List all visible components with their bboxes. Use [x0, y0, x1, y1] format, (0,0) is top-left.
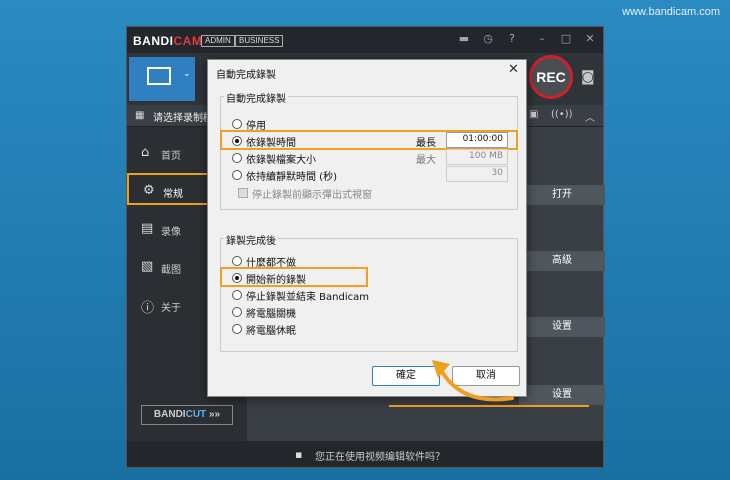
- time-input[interactable]: 01:00:00: [446, 132, 508, 148]
- group-title-after: 錄製完成後: [224, 232, 278, 247]
- bandicut-button[interactable]: BANDICUT »»: [141, 405, 233, 425]
- radio-dot: [232, 136, 242, 146]
- size-input[interactable]: 100 MB: [446, 149, 508, 165]
- group-title-auto: 自動完成錄製: [224, 90, 288, 105]
- gear-icon: ⚙: [143, 183, 155, 198]
- nav-general[interactable]: ⚙ 常规: [127, 173, 209, 205]
- open-button[interactable]: 打开: [519, 185, 605, 205]
- chevron-up-icon[interactable]: ︿: [585, 109, 595, 124]
- image-icon[interactable]: ▣: [529, 109, 538, 120]
- radio-dot: [232, 153, 242, 163]
- auto-complete-dialog: 自動完成錄製 ✕ 自動完成錄製 停用 依錄製時間 最長 01:00:00 依錄製…: [207, 59, 527, 397]
- video-icon: ▤: [141, 221, 154, 236]
- chat-icon: ▪: [295, 448, 303, 461]
- checkbox-box: [238, 188, 248, 198]
- silence-input[interactable]: 30: [446, 166, 508, 182]
- status-text[interactable]: 您正在使用视频编辑软件吗？: [315, 448, 445, 463]
- watermark: www.bandicam.com: [622, 6, 720, 18]
- radio-by-time[interactable]: 依錄製時間: [232, 134, 352, 150]
- grid-icon: ▦: [135, 110, 145, 121]
- radio-sleep[interactable]: 將電腦休眠: [232, 322, 352, 338]
- maximize-icon[interactable]: □: [559, 32, 573, 46]
- radio-by-silence[interactable]: 依持續靜默時間 (秒): [232, 168, 372, 184]
- popup-checkbox[interactable]: 停止錄製前顯示彈出式視窗: [238, 186, 438, 202]
- radio-dot: [232, 307, 242, 317]
- radio-dot: [232, 170, 242, 180]
- info-icon: ⓘ: [141, 301, 155, 316]
- pointer-arrow-icon: [432, 360, 514, 402]
- radio-dot: [232, 119, 242, 129]
- close-window-icon[interactable]: ✕: [583, 32, 597, 46]
- radio-shutdown[interactable]: 將電腦關機: [232, 305, 352, 321]
- radio-dot: [232, 324, 242, 334]
- chevron-down-icon[interactable]: ⌄: [183, 69, 191, 79]
- max-size-label: 最大: [416, 155, 436, 166]
- radio-dot: [232, 256, 242, 266]
- radio-dot: [232, 273, 242, 283]
- title-bar: BANDICAM ADMIN BUSINESS ▬ ◷ ? – □ ✕: [127, 27, 603, 53]
- image-icon: ▧: [141, 259, 154, 274]
- admin-badge: ADMIN: [201, 35, 235, 47]
- radio-by-size[interactable]: 依錄製檔案大小: [232, 151, 352, 167]
- folder-icon[interactable]: ▬: [457, 32, 471, 46]
- radio-dot: [232, 290, 242, 300]
- radio-stop-and-exit[interactable]: 停止錄製並結束 Bandicam: [232, 288, 412, 304]
- status-bar: ▪ 您正在使用视频编辑软件吗？: [127, 441, 603, 467]
- business-badge: BUSINESS: [235, 35, 284, 47]
- max-label: 最長: [416, 138, 436, 149]
- home-icon: ⌂: [141, 145, 150, 160]
- minimize-icon[interactable]: –: [535, 32, 549, 46]
- rec-button[interactable]: REC: [529, 55, 573, 99]
- advanced-button[interactable]: 高级: [519, 251, 605, 271]
- screen-area-icon: [147, 67, 171, 85]
- radio-start-new[interactable]: 開始新的錄製: [232, 271, 352, 287]
- broadcast-icon[interactable]: ((•)): [551, 109, 573, 120]
- clock-icon[interactable]: ◷: [481, 32, 495, 46]
- screen-mode-button[interactable]: ⌄: [129, 57, 195, 101]
- app-logo: BANDICAM: [133, 34, 203, 48]
- settings-button-2[interactable]: 设置: [519, 385, 605, 405]
- help-icon[interactable]: ?: [505, 32, 519, 46]
- close-icon[interactable]: ✕: [508, 62, 519, 77]
- dialog-title: 自動完成錄製: [216, 70, 276, 81]
- camera-icon[interactable]: ◙: [581, 69, 595, 85]
- settings-button-1[interactable]: 设置: [519, 317, 605, 337]
- mode-select-label: 请选择录制模: [153, 113, 213, 124]
